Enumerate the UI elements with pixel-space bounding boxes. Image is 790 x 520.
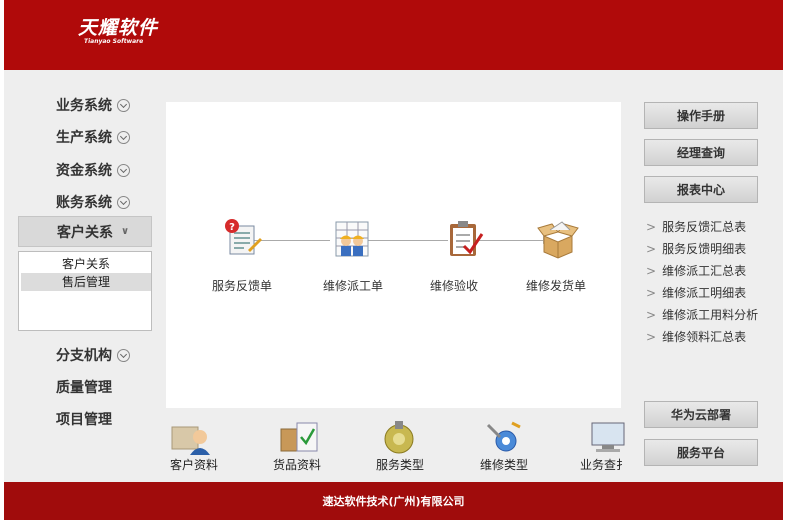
report-link[interactable]: > 维修派工明细表 bbox=[646, 284, 746, 301]
menu-item-projects[interactable]: 项目管理 bbox=[56, 409, 112, 429]
flow-step-label: 维修发货单 bbox=[525, 279, 587, 293]
product-file-icon[interactable] bbox=[277, 417, 321, 457]
menu-item-label: 分支机构 bbox=[56, 348, 112, 364]
report-link-label: 服务反馈明细表 bbox=[662, 242, 747, 256]
manual-button[interactable]: 操作手册 bbox=[644, 102, 758, 129]
menu-item-business[interactable]: 业务系统 bbox=[56, 95, 130, 115]
footer-bar: 速达软件技术(广州)有限公司 bbox=[4, 482, 783, 520]
quick-link-label[interactable]: 维修类型 bbox=[480, 456, 528, 473]
svg-text:?: ? bbox=[229, 222, 235, 233]
menu-item-label: 资金系统 bbox=[56, 163, 112, 179]
chevron-right-icon: > bbox=[646, 242, 657, 256]
menu-item-quality[interactable]: 质量管理 bbox=[56, 377, 112, 397]
report-link[interactable]: > 服务反馈汇总表 bbox=[646, 218, 746, 235]
flow-step-label: 维修派工单 bbox=[322, 279, 384, 293]
customer-file-icon[interactable] bbox=[170, 417, 214, 457]
shipping-box-icon[interactable] bbox=[536, 216, 580, 260]
quick-link-label[interactable]: 客户资料 bbox=[170, 456, 218, 473]
brand-logo: 天耀软件 Tianyao Software bbox=[78, 18, 158, 46]
chevron-down-icon bbox=[117, 348, 130, 362]
double-chevron-down-icon: ∨ bbox=[121, 226, 130, 237]
logo-main-text: 天耀软件 bbox=[78, 17, 159, 39]
report-link-label: 维修派工明细表 bbox=[662, 286, 747, 300]
menu-item-funds[interactable]: 资金系统 bbox=[56, 160, 130, 180]
report-link-label: 维修派工用料分析 bbox=[662, 308, 759, 322]
chevron-right-icon: > bbox=[646, 286, 657, 300]
flow-step-label: 服务反馈单 bbox=[211, 279, 273, 293]
quick-link-label[interactable]: 货品资料 bbox=[273, 456, 321, 473]
business-query-icon[interactable] bbox=[588, 417, 632, 457]
chevron-right-icon: > bbox=[646, 220, 657, 234]
report-link-label: 维修领料汇总表 bbox=[662, 330, 747, 344]
report-link-label: 维修派工汇总表 bbox=[662, 264, 747, 278]
service-platform-button[interactable]: 服务平台 bbox=[644, 439, 758, 466]
report-link[interactable]: > 维修领料汇总表 bbox=[646, 328, 746, 345]
footer-company-text: 速达软件技术(广州)有限公司 bbox=[322, 495, 465, 508]
logo-sub-text: Tianyao Software bbox=[84, 38, 144, 45]
report-link[interactable]: > 维修派工用料分析 bbox=[646, 306, 758, 323]
huawei-cloud-button[interactable]: 华为云部署 bbox=[644, 401, 758, 428]
report-link-label: 服务反馈汇总表 bbox=[662, 220, 747, 234]
service-type-icon[interactable] bbox=[377, 417, 421, 457]
chevron-down-icon bbox=[117, 195, 130, 209]
report-link[interactable]: > 维修派工汇总表 bbox=[646, 262, 746, 279]
report-center-button[interactable]: 报表中心 bbox=[644, 176, 758, 203]
main-area: 业务系统 生产系统 资金系统 账务系统 客户关系 ∨ 客户关系 售后管理 分支机… bbox=[4, 70, 783, 482]
dispatch-order-icon[interactable] bbox=[330, 216, 374, 260]
menu-item-customer-relations[interactable]: 客户关系 ∨ bbox=[18, 216, 152, 247]
quick-link-label[interactable]: 服务类型 bbox=[376, 456, 424, 473]
acceptance-clipboard-icon[interactable] bbox=[442, 216, 486, 260]
menu-item-label: 业务系统 bbox=[56, 98, 112, 114]
workflow-panel: ? 服务反馈单 维修派工单 维修验收 维修发货单 bbox=[166, 102, 621, 408]
chevron-right-icon: > bbox=[646, 330, 657, 344]
chevron-down-icon bbox=[117, 130, 130, 144]
submenu-item-customer-relations[interactable]: 客户关系 bbox=[21, 255, 151, 273]
menu-item-label: 生产系统 bbox=[56, 130, 112, 146]
submenu-item-after-sales[interactable]: 售后管理 bbox=[21, 273, 151, 291]
service-feedback-icon[interactable]: ? bbox=[220, 216, 264, 260]
chevron-down-icon bbox=[117, 163, 130, 177]
chevron-right-icon: > bbox=[646, 308, 657, 322]
menu-item-label: 客户关系 bbox=[57, 224, 113, 241]
menu-item-label: 项目管理 bbox=[56, 412, 112, 428]
menu-item-production[interactable]: 生产系统 bbox=[56, 127, 130, 147]
manager-query-button[interactable]: 经理查询 bbox=[644, 139, 758, 166]
submenu-panel: 客户关系 售后管理 bbox=[18, 251, 152, 331]
menu-item-accounting[interactable]: 账务系统 bbox=[56, 192, 130, 212]
quick-link-label[interactable]: 业务查扌 bbox=[580, 456, 628, 473]
menu-item-branches[interactable]: 分支机构 bbox=[56, 345, 130, 365]
report-link[interactable]: > 服务反馈明细表 bbox=[646, 240, 746, 257]
flow-step-label: 维修验收 bbox=[429, 279, 479, 293]
menu-item-label: 质量管理 bbox=[56, 380, 112, 396]
header-bar: 天耀软件 Tianyao Software bbox=[4, 0, 783, 70]
menu-item-label: 账务系统 bbox=[56, 195, 112, 211]
app-window: 天耀软件 Tianyao Software 业务系统 生产系统 资金系统 账务系… bbox=[4, 0, 783, 520]
chevron-right-icon: > bbox=[646, 264, 657, 278]
chevron-down-icon bbox=[117, 98, 130, 112]
repair-type-icon[interactable] bbox=[482, 417, 526, 457]
